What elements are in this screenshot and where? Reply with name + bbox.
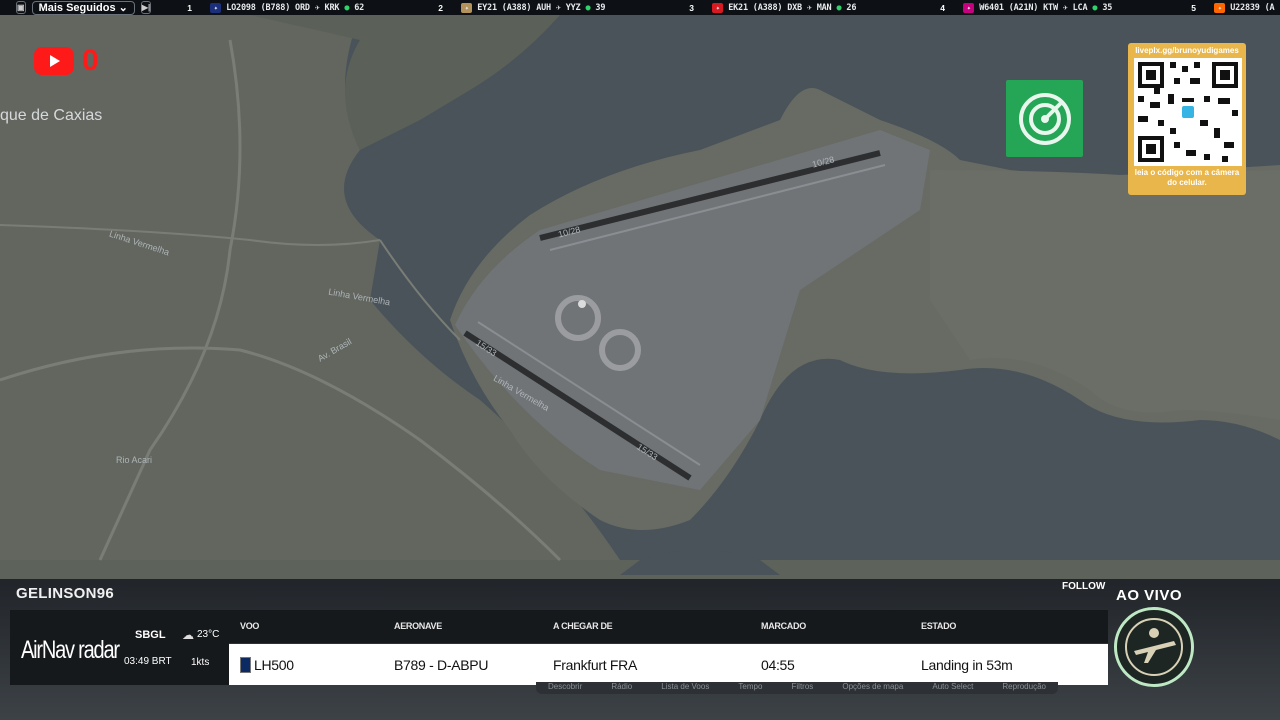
scheduled-time: 04:55	[761, 657, 795, 673]
channel-logo	[1114, 607, 1194, 687]
airport-marker-icon[interactable]	[578, 300, 586, 308]
column-header-flight: VOO	[240, 621, 260, 631]
flight-status: Landing in 53m	[921, 657, 1013, 673]
column-header-status: ESTADO	[921, 621, 957, 631]
ticker-route: U22839 (A	[1230, 2, 1275, 13]
ticker-rank: 4	[940, 2, 945, 13]
ticker-item[interactable]: 3 ✦ EK21 (A388) DXB ✈ MAN ● 26	[689, 2, 940, 13]
radar-icon	[1018, 92, 1071, 145]
menu-item-weather[interactable]: Tempo	[738, 682, 762, 694]
airline-logo-icon: ✦	[712, 2, 724, 13]
grid-icon: ▣	[17, 3, 25, 12]
origin-airport: Frankfurt FRA	[553, 657, 638, 673]
channel-name: GELINSON96	[16, 585, 115, 602]
airline-logo-icon: ✦	[210, 2, 222, 13]
airplane-emblem-icon	[1125, 618, 1183, 676]
local-time: 03:49 BRT	[124, 656, 172, 667]
ticker-fans: 35	[1102, 2, 1113, 13]
road-label: Rio Acari	[116, 455, 153, 465]
column-header-aircraft: AERONAVE	[394, 621, 442, 631]
youtube-badge[interactable]: 0	[34, 44, 99, 78]
follow-filter-select[interactable]: Mais Seguidos ⌄	[31, 0, 135, 15]
ticker-fans: 39	[595, 2, 606, 13]
airline-logo-icon: ✦	[963, 2, 975, 13]
airline-logo-icon: ✦	[1214, 2, 1226, 13]
airline-logo-icon	[240, 657, 251, 673]
airline-logo-icon: ✦	[461, 2, 473, 13]
menu-item-playback[interactable]: Reprodução	[1002, 682, 1046, 694]
ticker-rank: 3	[689, 2, 694, 13]
ticker-item[interactable]: 5 ✦ U22839 (A	[1191, 2, 1280, 13]
fans-icon: ●	[585, 2, 591, 13]
qr-code-card[interactable]: liveplx.gg/brunoyudigames leia o código …	[1128, 43, 1246, 195]
ticker-rank: 2	[438, 2, 443, 13]
follow-button[interactable]: FOLLOW	[1062, 581, 1105, 592]
ticker-fans: 26	[846, 2, 857, 13]
menu-button[interactable]: ▣	[16, 1, 26, 14]
ticker-route: LO2098 (B788) ORD ✈ KRK	[226, 2, 340, 13]
qr-code-image	[1134, 58, 1242, 166]
aircraft-type: B789 - D-ABPU	[394, 657, 489, 673]
menu-item-flight-list[interactable]: Lista de Voos	[661, 682, 709, 694]
weather-cloud-icon: ☁	[182, 628, 194, 642]
ticker-rank: 1	[187, 2, 192, 13]
qr-caption: leia o código com a câmera do celular.	[1134, 168, 1240, 187]
menu-item-auto-select[interactable]: Auto Select	[932, 682, 973, 694]
menu-item-filters[interactable]: Filtros	[792, 682, 814, 694]
flight-number: LH500	[254, 657, 294, 673]
fans-icon: ●	[344, 2, 350, 13]
ticker-item[interactable]: 2 ✦ EY21 (A388) AUH ✈ YYZ ● 39	[438, 2, 689, 13]
live-label: AO VIVO	[1116, 587, 1183, 604]
chevron-down-icon: ⌄	[118, 2, 128, 14]
youtube-count: 0	[82, 44, 99, 77]
ticker-list: 1 ✦ LO2098 (B788) ORD ✈ KRK ● 62 2 ✦ EY2…	[187, 2, 1280, 13]
fans-icon: ●	[1092, 2, 1098, 13]
ticker-item[interactable]: 1 ✦ LO2098 (B788) ORD ✈ KRK ● 62	[187, 2, 438, 13]
top-ticker: ▣ Mais Seguidos ⌄ ▶| 1 ✦ LO2098 (B788) O…	[0, 0, 1280, 15]
temperature: 23°C	[197, 629, 220, 640]
place-label: que de Caxias	[0, 107, 103, 124]
wind-speed: 1kts	[191, 657, 210, 668]
ticker-route: W6401 (A21N) KTW ✈ LCA	[979, 2, 1088, 13]
bottom-menu: Descobrir Rádio Lista de Voos Tempo Filt…	[536, 682, 1058, 694]
follow-filter-label: Mais Seguidos	[38, 1, 116, 14]
radar-button[interactable]	[1006, 80, 1083, 157]
airnav-logo: AirNav radar	[21, 636, 120, 664]
youtube-icon	[34, 47, 74, 75]
menu-item-discover[interactable]: Descobrir	[548, 682, 582, 694]
next-button[interactable]: ▶|	[140, 1, 152, 14]
ticker-rank: 5	[1191, 2, 1196, 13]
skip-next-icon: ▶|	[141, 3, 151, 12]
ticker-route: EY21 (A388) AUH ✈ YYZ	[477, 2, 581, 13]
fans-icon: ●	[836, 2, 842, 13]
column-header-scheduled: MARCADO	[761, 621, 806, 631]
column-header-origin: A CHEGAR DE	[553, 621, 613, 631]
ticker-route: EK21 (A388) DXB ✈ MAN	[728, 2, 832, 13]
menu-item-radio[interactable]: Rádio	[611, 682, 632, 694]
menu-item-map-options[interactable]: Opções de mapa	[842, 682, 903, 694]
ticker-fans: 62	[354, 2, 365, 13]
airport-icao: SBGL	[135, 629, 166, 641]
ticker-item[interactable]: 4 ✦ W6401 (A21N) KTW ✈ LCA ● 35	[940, 2, 1191, 13]
qr-url: liveplx.gg/brunoyudigames	[1135, 46, 1239, 55]
table-header	[229, 610, 1108, 643]
